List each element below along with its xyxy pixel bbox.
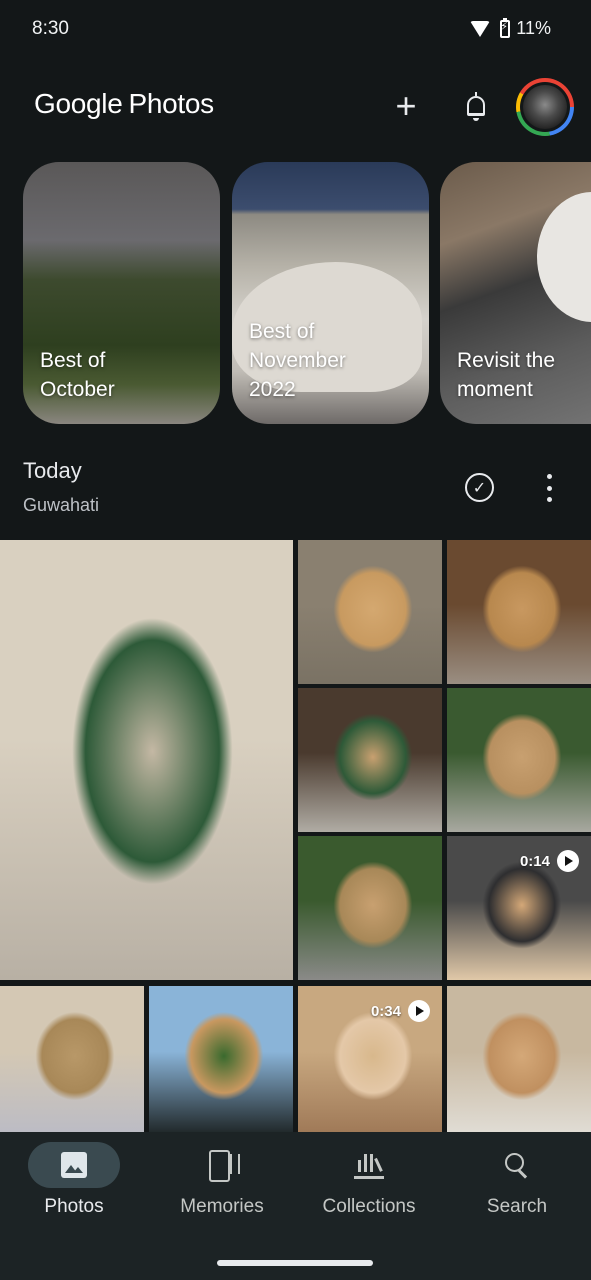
nav-pill bbox=[323, 1142, 415, 1188]
memory-title: Best of October bbox=[40, 349, 115, 401]
section-date: Today bbox=[23, 458, 82, 483]
photo-thumbnail[interactable] bbox=[447, 986, 591, 1132]
photo-thumbnail[interactable] bbox=[0, 986, 144, 1132]
notifications-button[interactable] bbox=[454, 84, 498, 128]
bell-icon bbox=[467, 92, 485, 121]
nav-search[interactable]: Search bbox=[443, 1142, 591, 1232]
select-all-button[interactable]: ✓ bbox=[465, 473, 494, 502]
photo-thumbnail[interactable] bbox=[298, 540, 442, 684]
plus-icon: + bbox=[395, 85, 417, 126]
section-location: Guwahati bbox=[23, 495, 100, 515]
search-icon bbox=[504, 1152, 530, 1178]
nav-memories[interactable]: Memories bbox=[148, 1142, 296, 1232]
photo-thumbnail[interactable] bbox=[0, 540, 293, 980]
check-circle-icon: ✓ bbox=[472, 479, 487, 497]
memory-card[interactable]: Best of October bbox=[23, 162, 220, 424]
video-duration: 0:34 bbox=[370, 1002, 401, 1020]
memory-title: Best of November 2022 bbox=[249, 320, 346, 401]
status-indicators: 11% bbox=[470, 17, 551, 39]
home-gesture-bar[interactable] bbox=[217, 1260, 373, 1266]
nav-pill bbox=[28, 1142, 120, 1188]
photo-thumbnail[interactable] bbox=[298, 836, 442, 980]
wifi-icon bbox=[470, 20, 491, 37]
nav-pill bbox=[471, 1142, 563, 1188]
collections-icon bbox=[354, 1151, 384, 1179]
dot bbox=[546, 485, 552, 491]
video-thumbnail[interactable]: 0:14 bbox=[447, 836, 591, 980]
photo-grid: 0:14 0:34 bbox=[0, 540, 591, 1132]
play-icon bbox=[557, 850, 579, 872]
video-duration-badge: 0:14 bbox=[520, 850, 579, 872]
nav-label: Search bbox=[486, 1196, 548, 1217]
avatar-frame bbox=[520, 82, 570, 132]
add-button[interactable]: + bbox=[384, 84, 428, 128]
memories-carousel[interactable]: Best of October Best of November 2022 Re… bbox=[23, 162, 591, 424]
photo-thumbnail[interactable] bbox=[447, 688, 591, 832]
logo-google: Google bbox=[34, 88, 123, 119]
video-duration-badge: 0:34 bbox=[371, 1000, 430, 1022]
photos-icon bbox=[61, 1152, 87, 1178]
google-photos-logo: Google Photos bbox=[34, 88, 214, 120]
memory-card[interactable]: Best of November 2022 bbox=[232, 162, 429, 424]
nav-pill bbox=[176, 1142, 268, 1188]
battery-charging-icon bbox=[500, 17, 511, 38]
video-duration: 0:14 bbox=[519, 852, 550, 870]
logo-photos: Photos bbox=[128, 88, 215, 119]
dot bbox=[546, 474, 552, 479]
status-time: 8:30 bbox=[32, 18, 69, 39]
memories-icon bbox=[207, 1150, 240, 1182]
bottom-navigation: Photos Memories Collections Search bbox=[0, 1132, 591, 1280]
video-thumbnail[interactable]: 0:34 bbox=[298, 986, 442, 1132]
nav-label: Collections bbox=[322, 1196, 416, 1217]
account-avatar-button[interactable] bbox=[516, 78, 574, 136]
app-header: Google Photos + bbox=[0, 70, 591, 142]
photo-thumbnail[interactable] bbox=[149, 986, 293, 1132]
photo-thumbnail[interactable] bbox=[298, 688, 442, 832]
date-section-header: Today Guwahati ✓ bbox=[0, 452, 591, 532]
play-icon bbox=[408, 1000, 430, 1022]
nav-photos[interactable]: Photos bbox=[0, 1142, 148, 1232]
avatar bbox=[523, 85, 567, 129]
photo-thumbnail[interactable] bbox=[447, 540, 591, 684]
memory-card[interactable]: Revisit the moment bbox=[440, 162, 591, 424]
dot bbox=[546, 497, 552, 502]
nav-label: Memories bbox=[180, 1196, 264, 1217]
more-options-button[interactable] bbox=[539, 474, 559, 502]
nav-label: Photos bbox=[44, 1196, 104, 1217]
nav-collections[interactable]: Collections bbox=[295, 1142, 443, 1232]
status-bar: 8:30 11% bbox=[0, 0, 591, 60]
battery-level: 11% bbox=[516, 18, 551, 38]
memory-title: Revisit the moment bbox=[457, 349, 556, 401]
